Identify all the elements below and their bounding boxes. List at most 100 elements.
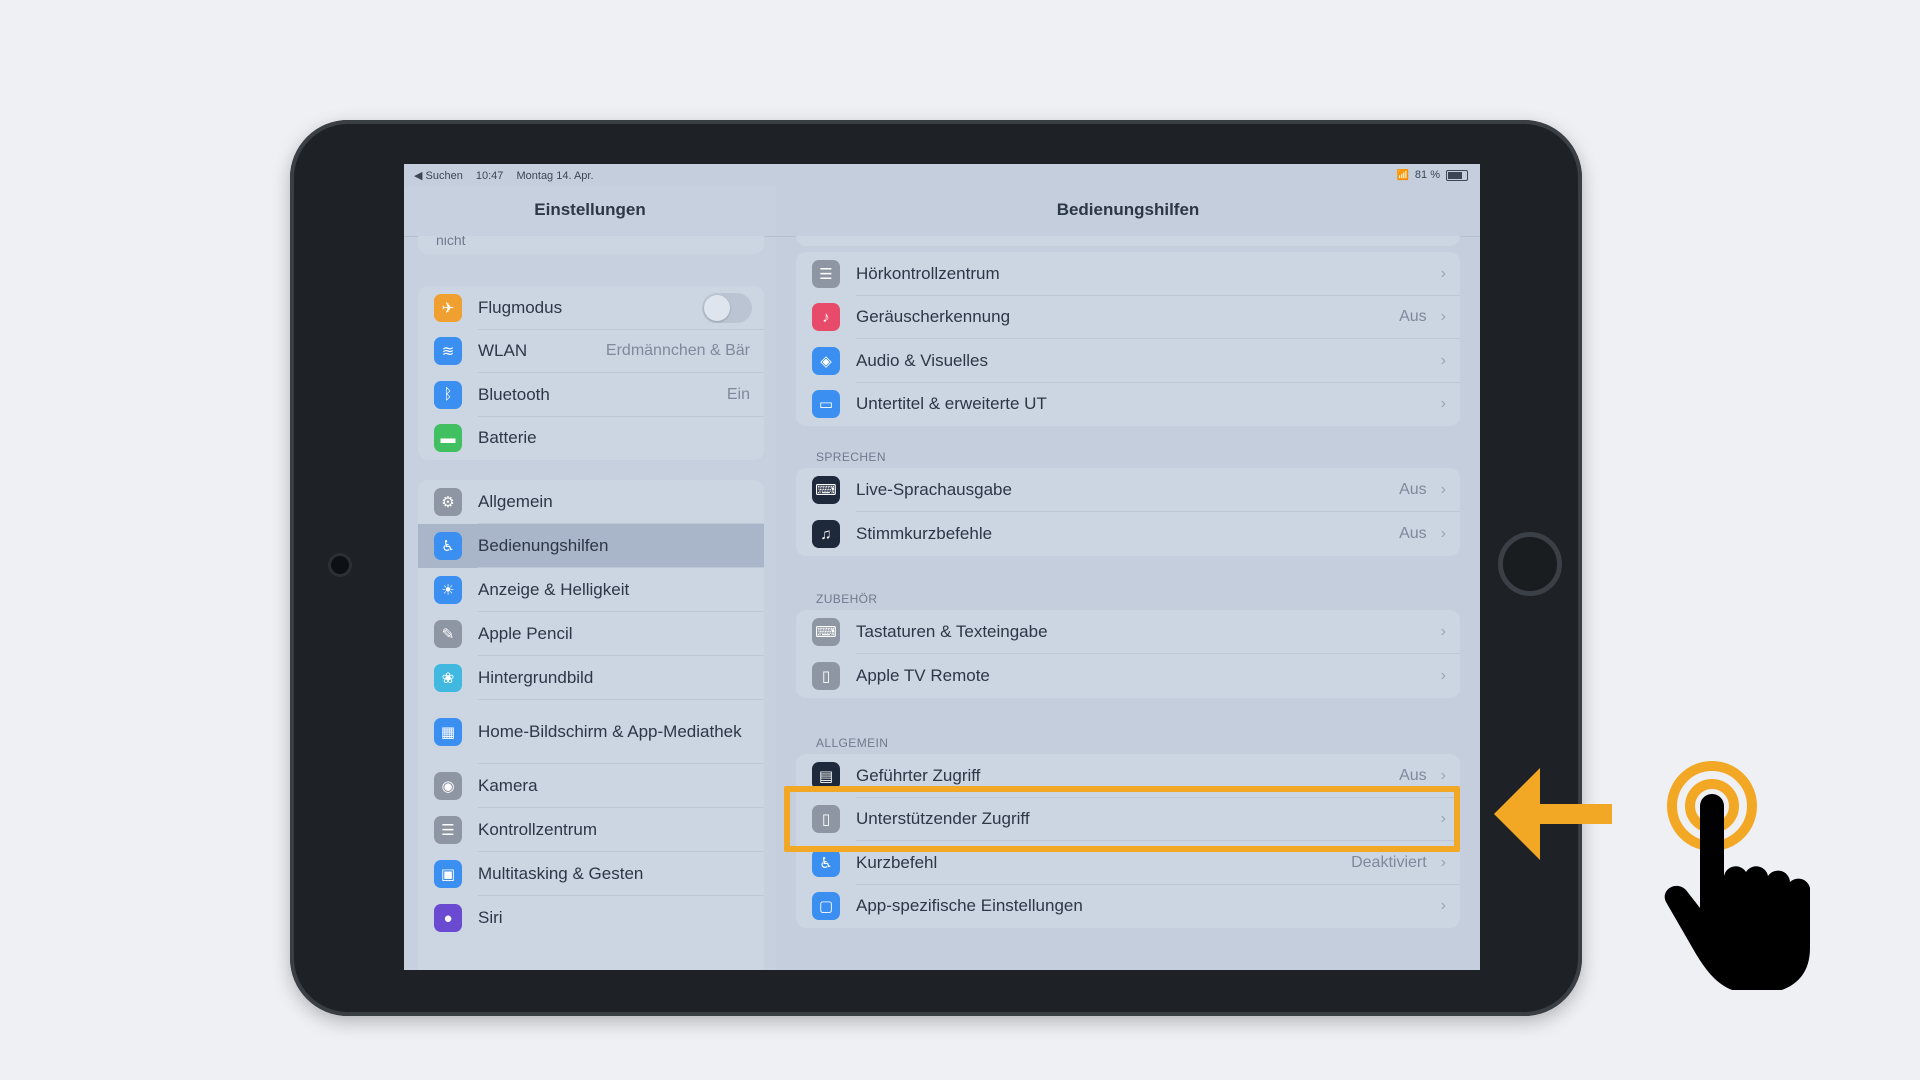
sidebar-item-hintergrundbild[interactable]: ❀ Hintergrundbild (418, 656, 764, 700)
keyboard-icon: ⌨ (812, 618, 840, 646)
chevron-right-icon: › (1440, 308, 1446, 326)
row-label: Geräuscherkennung (856, 307, 1011, 327)
row-label: Bedienungshilfen (478, 536, 609, 555)
row-label: Kontrollzentrum (478, 820, 598, 839)
chevron-right-icon: › (1440, 481, 1446, 498)
battery-icon: ▬ (434, 424, 462, 453)
sidebar-item-apple-pencil[interactable]: ✎ Apple Pencil (418, 612, 764, 656)
battery-percent: 81 % (1414, 169, 1440, 181)
accessibility-detail: Bedienungshilfen ☰ Hörkontrollzentrum › ♪ Ge… (776, 186, 1480, 970)
row-value: Deaktiviert (1351, 853, 1427, 871)
sidebar-item-kontrollzentrum[interactable]: ☰ Kontrollzentrum (418, 808, 764, 852)
detail-group-accessories: ⌨ Tastaturen & Texteingabe › ▯ Apple TV Remo… (796, 610, 1460, 698)
sidebar-item-wlan[interactable]: ≋ WLAN Erdmännchen & Bär (418, 330, 764, 373)
settings-sidebar: Einstellungen nicht ✈ Flugmodus ≋ WLAN Erdmä… (404, 186, 777, 970)
chevron-right-icon: › (1440, 667, 1446, 684)
chevron-right-icon: › (1440, 395, 1446, 413)
status-time: 10:47 (475, 170, 504, 182)
detail-item-live-sprachausgabe[interactable]: ⌨ Live-Sprachausgabe Aus › (796, 468, 1460, 512)
remote-icon: ▯ (812, 662, 840, 690)
chevron-right-icon: › (1440, 623, 1446, 640)
sound-recognition-icon: ♪ (812, 303, 840, 332)
detail-item-stimmkurzbefehle[interactable]: ♫ Stimmkurzbefehle Aus › (796, 512, 1460, 556)
detail-group-speak: ⌨ Live-Sprachausgabe Aus › ♫ Stimmkurzbefehle… (796, 468, 1460, 556)
front-camera (331, 556, 349, 574)
vocal-shortcuts-icon: ♫ (812, 520, 840, 548)
gear-icon: ⚙ (434, 488, 462, 516)
status-bar: ◀ Suchen 10:47 Montag 14. Apr. 📶 81 % (404, 164, 1480, 186)
row-value: Aus (1399, 308, 1427, 326)
detail-item-apple-tv-remote[interactable]: ▯ Apple TV Remote › (796, 654, 1460, 698)
row-label: Live-Sprachausgabe (856, 480, 1012, 499)
chevron-right-icon: › (1440, 264, 1446, 282)
row-value: Ein (726, 385, 750, 403)
row-label: Geführter Zugriff (856, 765, 981, 785)
home-screen-icon: ▦ (434, 718, 462, 746)
chevron-right-icon: › (1440, 525, 1446, 542)
chevron-right-icon: › (1440, 897, 1446, 915)
camera-icon: ◉ (434, 772, 462, 800)
row-label: Hintergrundbild (478, 668, 594, 687)
detail-item-app-spezifische-einstellungen[interactable]: ▢ App-spezifische Einstellungen › (796, 885, 1460, 929)
sidebar-item-bluetooth[interactable]: ᛒ Bluetooth Ein (418, 373, 764, 417)
battery-status-icon (1446, 169, 1468, 181)
control-center-icon: ☰ (434, 816, 462, 844)
multitasking-icon: ▣ (434, 860, 462, 888)
sidebar-item-bedienungshilfen[interactable]: ♿ Bedienungshilfen (418, 524, 764, 568)
row-label: Apple TV Remote (856, 666, 990, 685)
detail-top-group (796, 236, 1460, 246)
sidebar-top-group: nicht (418, 236, 764, 254)
pointer-arrow-icon (1494, 768, 1612, 860)
row-label: Home-Bildschirm & App-Mediathek (478, 722, 742, 741)
sidebar-title: Einstellungen (534, 200, 646, 219)
row-value: Erdmännchen & Bär (605, 342, 750, 360)
row-label: Apple Pencil (478, 624, 573, 643)
row-label: Audio & Visuelles (856, 350, 988, 370)
row-label: Stimmkurzbefehle (856, 524, 993, 543)
row-label: Tastaturen & Texteingabe (856, 622, 1048, 641)
sidebar-item-multitasking-gesten[interactable]: ▣ Multitasking & Gesten (418, 852, 764, 896)
row-label: Multitasking & Gesten (478, 864, 644, 883)
sidebar-item-batterie[interactable]: ▬ Batterie (418, 417, 764, 461)
detail-item-geräuscherkennung[interactable]: ♪ Geräuscherkennung Aus › (796, 296, 1460, 339)
wallpaper-icon: ❀ (434, 664, 462, 692)
section-title-speak: SPRECHEN (816, 450, 886, 464)
row-label: Hörkontrollzentrum (856, 263, 1000, 283)
detail-title: Bedienungshilfen (1056, 200, 1200, 219)
airplane-mode-toggle[interactable] (702, 292, 752, 323)
sidebar-item-allgemein[interactable]: ⚙ Allgemein (418, 480, 764, 524)
section-title-accessories: ZUBEHÖR (816, 592, 878, 606)
row-value: Aus (1399, 766, 1427, 784)
sidebar-item-kamera[interactable]: ◉ Kamera (418, 764, 764, 808)
sidebar-item-anzeige-helligkeit[interactable]: ☀ Anzeige & Helligkeit (418, 568, 764, 612)
row-label: Kurzbefehl (856, 852, 938, 872)
tap-gesture-icon (1664, 761, 1810, 990)
row-label: Allgemein (478, 492, 553, 511)
wifi-icon: ≋ (434, 337, 462, 366)
detail-group-hearing: ☰ Hörkontrollzentrum › ♪ Geräuscherkennung Au… (796, 252, 1460, 426)
pencil-icon: ✎ (434, 620, 462, 648)
sidebar-item-flugmodus[interactable]: ✈ Flugmodus (418, 286, 764, 330)
row-label: WLAN (478, 341, 528, 361)
sidebar-item-siri[interactable]: ● Siri (418, 896, 764, 940)
row-label: Batterie (478, 428, 537, 448)
back-to-search-link[interactable]: ◀ Suchen (414, 170, 463, 182)
subtitles-icon: ▭ (812, 390, 840, 419)
detail-item-untertitel-erweiterte-ut[interactable]: ▭ Untertitel & erweiterte UT › (796, 383, 1460, 427)
sidebar-item-home-bildschirm-app-mediathek[interactable]: ▦ Home-Bildschirm & App-Mediathek (418, 700, 764, 764)
row-label: Bluetooth (478, 384, 550, 404)
brightness-icon: ☀ (434, 576, 462, 604)
row-label: Flugmodus (478, 297, 563, 317)
row-label: App-spezifische Einstellungen (856, 896, 1083, 916)
chevron-right-icon: › (1440, 351, 1446, 369)
highlight-assistive-access (784, 786, 1460, 852)
home-button[interactable] (1498, 532, 1562, 596)
detail-item-hörkontrollzentrum[interactable]: ☰ Hörkontrollzentrum › (796, 252, 1460, 296)
truncated-row-text: nicht (436, 236, 466, 248)
detail-item-audio-visuelles[interactable]: ◈ Audio & Visuelles › (796, 339, 1460, 383)
app-settings-icon: ▢ (812, 892, 840, 921)
accessibility-icon: ♿ (812, 848, 840, 877)
live-speech-icon: ⌨ (812, 476, 840, 504)
row-label: Siri (478, 908, 503, 927)
detail-item-tastaturen-texteingabe[interactable]: ⌨ Tastaturen & Texteingabe › (796, 610, 1460, 654)
